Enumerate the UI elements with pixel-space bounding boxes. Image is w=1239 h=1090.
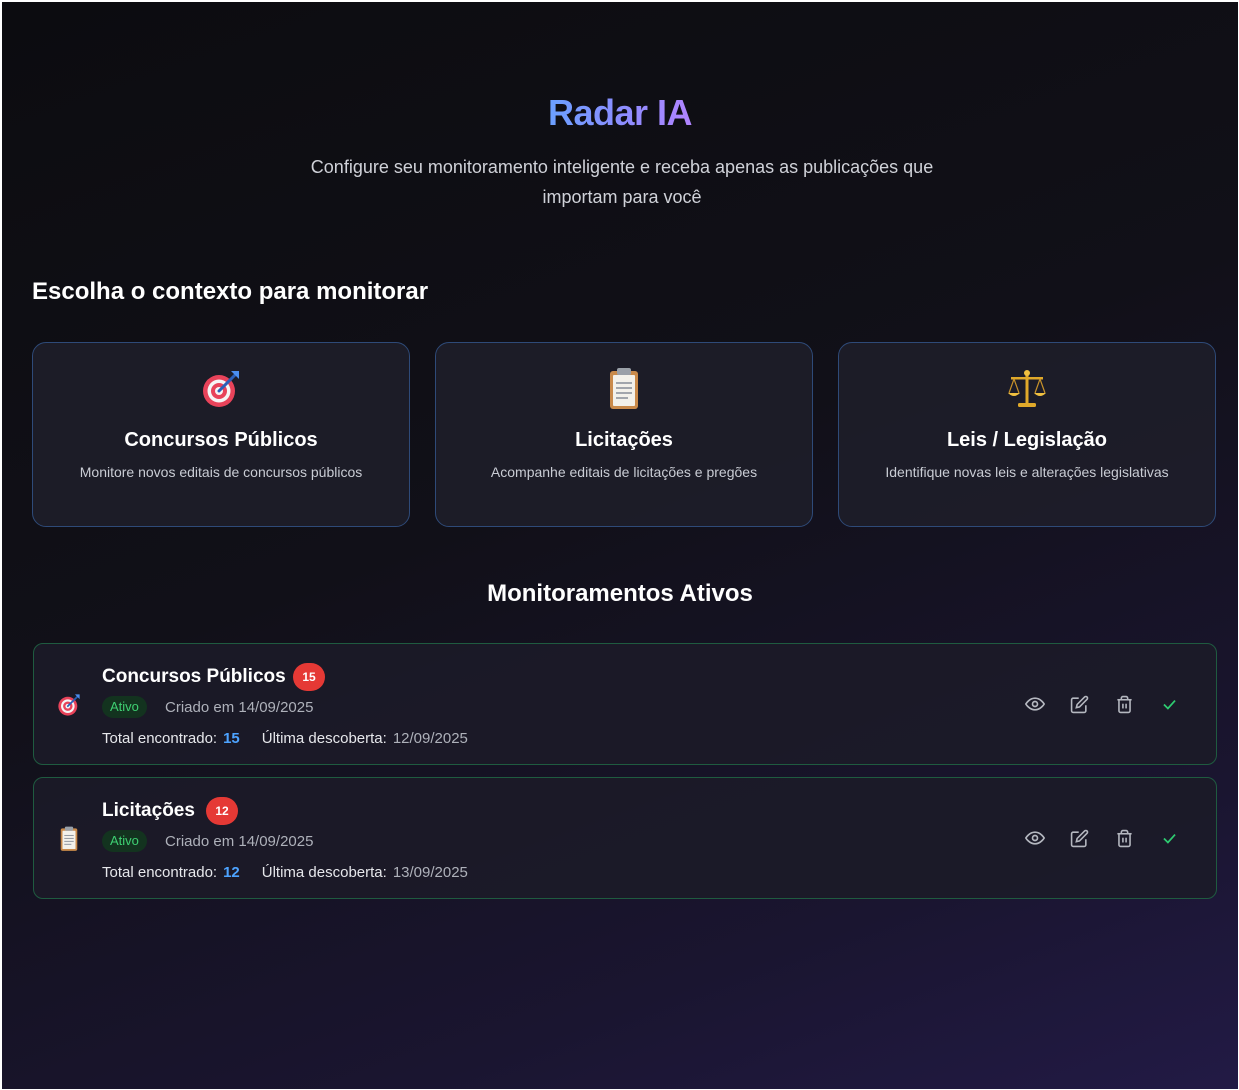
check-icon (1163, 833, 1176, 844)
delete-button[interactable] (1102, 826, 1147, 850)
monitor-stats: Total encontrado: 12 Última descoberta: 13/… (102, 864, 468, 881)
last-label: Última descoberta: (261, 730, 387, 747)
toggle-active-button[interactable] (1147, 826, 1192, 850)
monitor-actions (1012, 692, 1192, 716)
monitor-item-licitacoes: Licitações 12 Ativo Criado em 14/09/2025… (33, 777, 1217, 899)
context-card-title: Leis / Legislação (946, 429, 1108, 451)
created-date: Criado em 14/09/2025 (165, 833, 314, 850)
total-label: Total encontrado: (102, 730, 218, 747)
total-value: 12 (223, 864, 240, 881)
subtitle-line-1: Configure seu monitoramento inteligente … (310, 157, 934, 177)
last-value: 12/09/2025 (392, 730, 468, 747)
context-card-description: Monitore novos editais de concursos públ… (79, 464, 363, 480)
page-title: Radar IA (547, 92, 693, 133)
app-window: Radar IA Configure seu monitoramento int… (2, 2, 1238, 1089)
count-badge: 15 (293, 663, 325, 691)
monitor-stats: Total encontrado: 15 Última descoberta: 12/… (102, 730, 468, 747)
view-button[interactable] (1012, 826, 1057, 850)
eye-icon (1024, 831, 1045, 845)
context-card-licitacoes[interactable]: Licitações Acompanhe editais de licitaçõ… (435, 342, 813, 527)
monitor-actions (1012, 826, 1192, 850)
view-button[interactable] (1012, 692, 1057, 716)
context-card-leis[interactable]: Leis / Legislação Identifique novas leis… (838, 342, 1216, 527)
target-icon (54, 690, 84, 720)
count-badge: 12 (206, 797, 238, 825)
total-value: 15 (223, 730, 240, 747)
edit-button[interactable] (1057, 692, 1102, 716)
contexts-heading: Escolha o contexto para monitorar (32, 278, 429, 305)
check-icon (1163, 699, 1176, 710)
last-label: Última descoberta: (261, 864, 387, 881)
created-date: Criado em 14/09/2025 (165, 699, 314, 716)
page-subtitle: Configure seu monitoramento inteligente … (262, 152, 982, 212)
context-card-title: Licitações (575, 429, 673, 451)
monitor-title: Licitações (102, 800, 195, 821)
status-badge: Ativo (102, 696, 147, 718)
edit-button[interactable] (1057, 826, 1102, 850)
delete-button[interactable] (1102, 692, 1147, 716)
clipboard-icon (54, 824, 84, 854)
target-icon (33, 367, 409, 411)
monitor-title: Concursos Públicos (102, 666, 286, 687)
trash-icon (1117, 829, 1132, 847)
clipboard-icon (436, 367, 812, 411)
monitors-heading: Monitoramentos Ativos (487, 580, 753, 607)
context-card-description: Identifique novas leis e alterações legi… (885, 464, 1169, 480)
context-card-concursos[interactable]: Concursos Públicos Monitore novos editai… (32, 342, 410, 527)
monitor-item-concursos: Concursos Públicos 15 Ativo Criado em 14… (33, 643, 1217, 765)
subtitle-line-2: importam para você (542, 187, 702, 207)
toggle-active-button[interactable] (1147, 692, 1192, 716)
edit-icon (1070, 695, 1089, 713)
trash-icon (1117, 695, 1132, 713)
scales-icon (839, 367, 1215, 411)
last-value: 13/09/2025 (392, 864, 468, 881)
eye-icon (1024, 697, 1045, 711)
total-label: Total encontrado: (102, 864, 218, 881)
context-card-description: Acompanhe editais de licitações e pregõe… (490, 464, 758, 480)
context-card-title: Concursos Públicos (124, 429, 318, 451)
edit-icon (1070, 829, 1089, 847)
status-badge: Ativo (102, 830, 147, 852)
